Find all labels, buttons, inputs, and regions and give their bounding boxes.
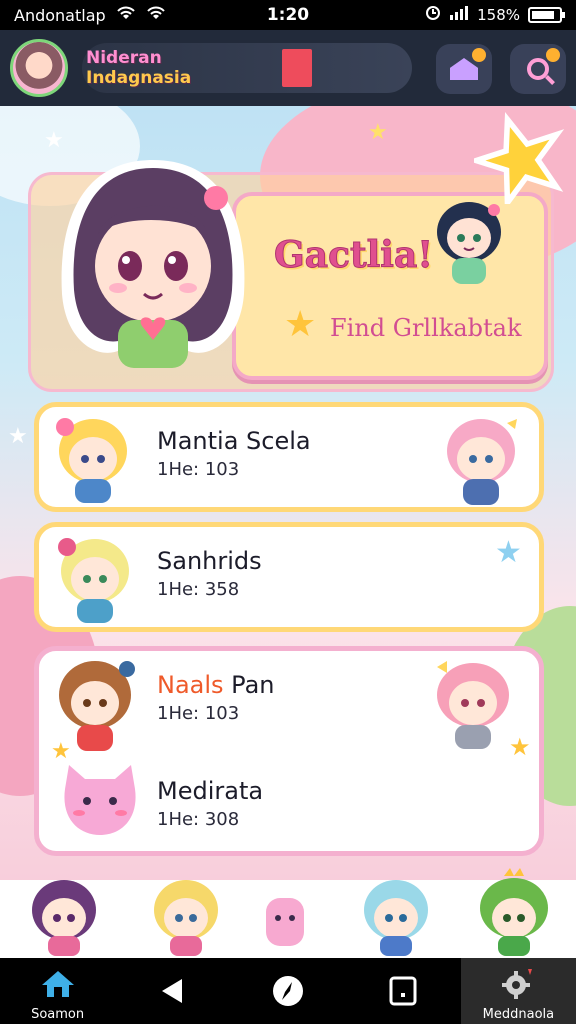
home-icon xyxy=(450,58,478,80)
item-meta: 1He: 103 xyxy=(157,459,240,480)
cat-mascot-avatar xyxy=(64,765,136,835)
star-icon: ★ xyxy=(8,424,28,449)
hero-character-illustration xyxy=(61,160,245,368)
list-item[interactable]: Sanhrids 1He: 358 ★ xyxy=(34,522,544,632)
item-title: Mantia Scela xyxy=(157,427,311,455)
alarm-icon xyxy=(425,5,441,25)
nav-square[interactable] xyxy=(346,958,461,1024)
nav-back[interactable] xyxy=(115,958,230,1024)
home-icon xyxy=(41,971,74,997)
avatar[interactable] xyxy=(10,39,68,97)
nav-compass[interactable] xyxy=(230,958,345,1024)
nav-home[interactable]: Soamon xyxy=(0,958,115,1024)
character-avatar xyxy=(447,419,517,505)
star-icon[interactable] xyxy=(474,112,566,204)
item-meta: 1He: 358 xyxy=(157,579,240,600)
search-icon xyxy=(527,58,549,80)
item-title: Sanhrids xyxy=(157,547,262,575)
app-title: Nideran Indagnasia xyxy=(86,48,191,88)
wifi-icon xyxy=(116,5,136,25)
character-avatar xyxy=(56,418,127,503)
list-item[interactable]: Mantia Scela 1He: 103 xyxy=(34,402,544,512)
character-avatar[interactable] xyxy=(24,870,104,956)
compass-icon xyxy=(273,976,303,1006)
back-icon xyxy=(161,979,182,1003)
notification-badge xyxy=(546,48,560,62)
main-content: ★ ★ ★ Gactlia! ★ Find Grllkabtak Mantia … xyxy=(0,106,576,958)
item-title-rest: Pan xyxy=(223,671,275,699)
character-avatar[interactable] xyxy=(474,868,554,956)
bottom-nav: Soamon Meddnaola xyxy=(0,958,576,1024)
nav-home-label: Soamon xyxy=(31,1007,85,1022)
star-icon: ★ xyxy=(368,120,388,145)
character-avatar[interactable] xyxy=(146,870,226,956)
character-strip xyxy=(0,868,576,958)
app-title-line1: Nideran xyxy=(86,48,162,68)
mini-character-illustration xyxy=(437,202,501,284)
gear-icon xyxy=(502,969,533,999)
item-meta: 1He: 308 xyxy=(157,809,240,830)
item-title: Naals Pan xyxy=(157,671,275,699)
search-button[interactable] xyxy=(510,44,566,94)
nav-settings[interactable]: Meddnaola xyxy=(460,958,576,1024)
item-title: Medirata xyxy=(157,777,264,805)
item-meta: 1He: 103 xyxy=(157,703,240,724)
item-title-accent: Naals xyxy=(157,671,224,699)
square-icon xyxy=(389,976,417,1006)
character-avatar xyxy=(58,538,129,623)
title-pill: Nideran Indagnasia xyxy=(82,43,412,93)
character-avatar[interactable] xyxy=(356,870,436,956)
carrier-label: Andonatlap xyxy=(14,5,106,25)
home-button[interactable] xyxy=(436,44,492,94)
app-title-line2: Indagnasia xyxy=(86,68,192,88)
status-bar: Andonatlap 1:20 158% xyxy=(0,0,576,30)
list-group: Naals Pan 1He: 103 ★ ★ Medirata 1He: 308 xyxy=(34,646,544,856)
character-avatar[interactable] xyxy=(262,894,308,950)
battery-icon xyxy=(528,7,565,23)
hero-title: Gactlia! xyxy=(273,234,434,277)
wifi-icon-secondary xyxy=(146,5,166,25)
star-icon: ★ xyxy=(284,304,317,345)
app-header: Nideran Indagnasia xyxy=(0,30,576,106)
battery-percent: 158% xyxy=(477,6,520,24)
hero-subtitle: Find Grllkabtak xyxy=(330,314,522,342)
signal-icon xyxy=(449,6,469,24)
progress-marker xyxy=(282,49,312,87)
notification-badge xyxy=(472,48,486,62)
star-icon: ★ xyxy=(495,535,522,570)
star-icon: ★ xyxy=(44,128,64,153)
character-avatar xyxy=(437,661,509,749)
nav-settings-label: Meddnaola xyxy=(482,1007,555,1022)
star-icon: ★ xyxy=(509,733,531,761)
